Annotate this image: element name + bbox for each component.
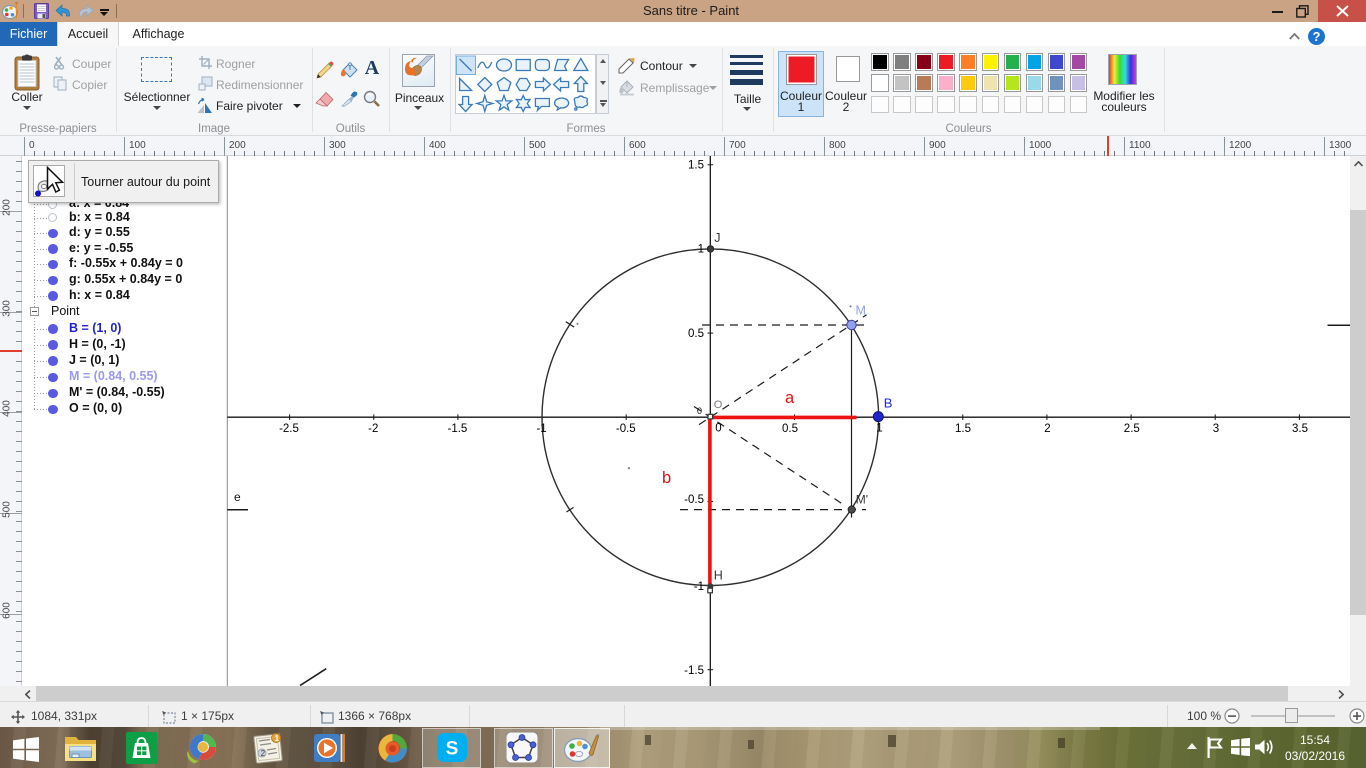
svg-text:-1: -1: [694, 581, 704, 593]
svg-text:-0.5: -0.5: [616, 423, 636, 435]
svg-text:0: 0: [697, 406, 702, 416]
svg-text:O: O: [714, 399, 723, 411]
svg-text:M: M: [856, 304, 866, 318]
svg-text:-1.5: -1.5: [684, 665, 704, 677]
svg-text:1.5: 1.5: [955, 423, 971, 435]
svg-text:e: e: [234, 490, 241, 504]
svg-text:1: 1: [698, 244, 704, 256]
svg-text:M': M': [856, 492, 868, 506]
svg-text:a: a: [785, 389, 795, 407]
svg-text:3.5: 3.5: [1292, 423, 1308, 435]
svg-text:J: J: [714, 231, 720, 245]
svg-text:B: B: [884, 396, 893, 411]
svg-text:-1: -1: [536, 423, 546, 435]
svg-text:1: 1: [876, 423, 882, 435]
svg-text:0.5: 0.5: [782, 423, 798, 435]
svg-text:S: S: [446, 739, 459, 760]
svg-text:0: 0: [715, 423, 721, 435]
svg-text:b: b: [662, 469, 671, 487]
svg-text:1.5: 1.5: [688, 160, 704, 172]
svg-text:3: 3: [1213, 423, 1219, 435]
svg-text:2.5: 2.5: [1124, 423, 1140, 435]
svg-text:-0.5: -0.5: [684, 494, 704, 506]
svg-text:-1.5: -1.5: [447, 423, 467, 435]
svg-text:2: 2: [1044, 423, 1050, 435]
svg-text:2: 2: [261, 749, 266, 758]
svg-text:-2.5: -2.5: [279, 423, 299, 435]
svg-text:H: H: [714, 568, 723, 582]
svg-text:0.5: 0.5: [688, 328, 704, 340]
svg-text:-2: -2: [368, 423, 378, 435]
svg-text:1: 1: [275, 734, 280, 743]
